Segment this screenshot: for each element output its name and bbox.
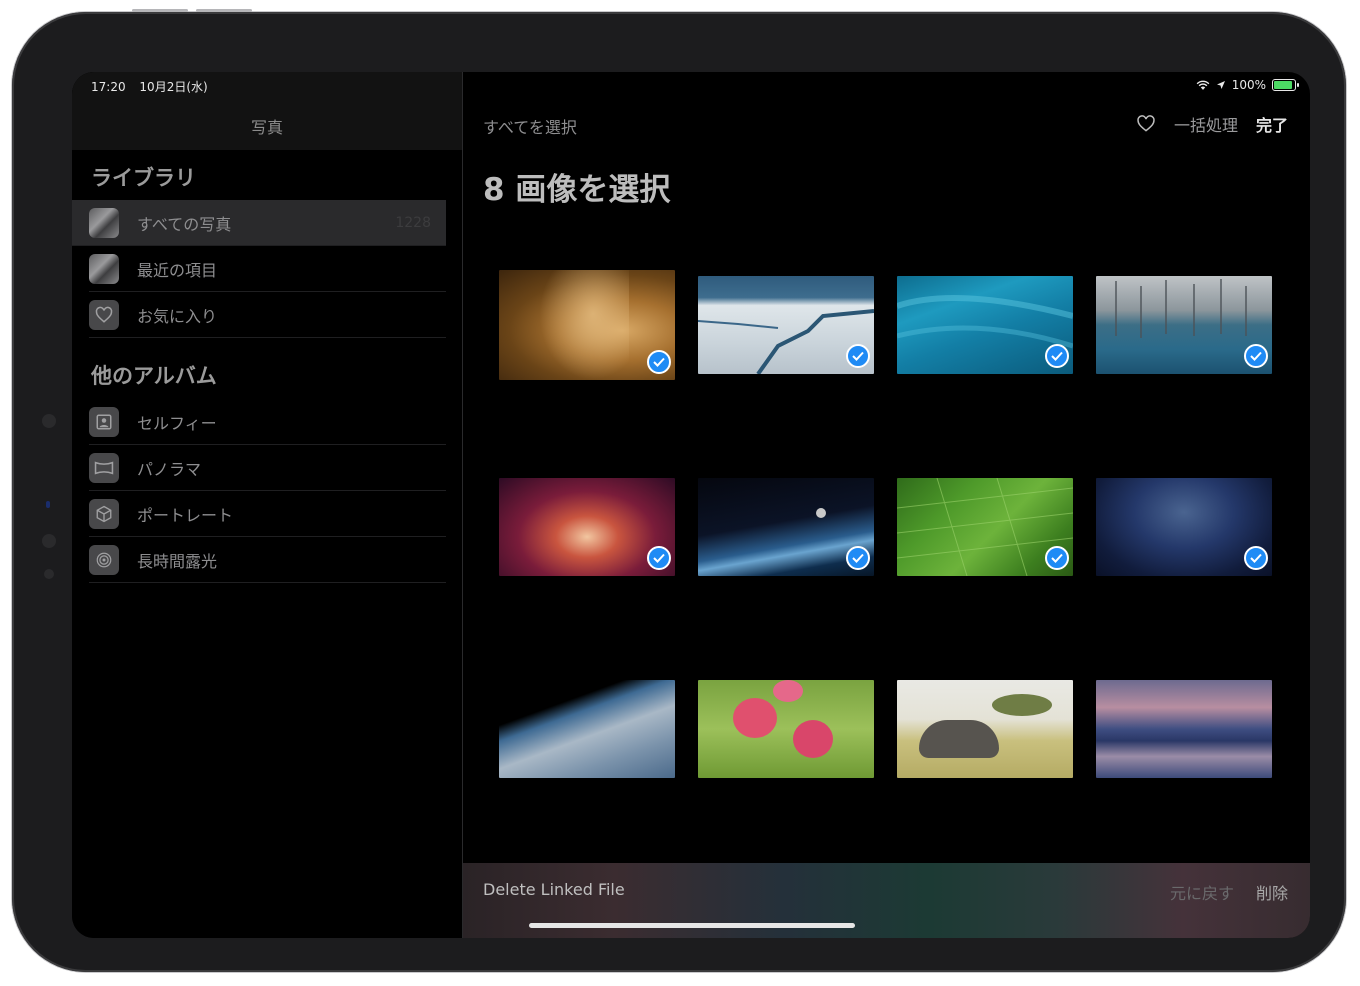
photo-cell[interactable] bbox=[1096, 674, 1272, 784]
portrait-cube-icon bbox=[89, 498, 119, 529]
sidebar-item-label: 最近の項目 bbox=[137, 260, 218, 280]
sidebar-item-panoramas[interactable]: パノラマ bbox=[89, 445, 446, 491]
sidebar-item-portraits[interactable]: ポートレート bbox=[89, 491, 446, 537]
sidebar-item-label: すべての写真 bbox=[137, 214, 232, 234]
favorite-heart-icon[interactable] bbox=[1136, 114, 1156, 134]
albums-section-title: 他のアルバム bbox=[91, 364, 217, 388]
sidebar: 17:20 10月2日(水) 写真 ライブラリ すべての写真 1228 最近の項… bbox=[72, 72, 463, 938]
photo-cell[interactable] bbox=[499, 472, 675, 582]
sidebar-item-recents[interactable]: 最近の項目 bbox=[89, 246, 446, 292]
sidebar-header: 17:20 10月2日(水) 写真 bbox=[72, 72, 462, 150]
photo-count: 1228 bbox=[395, 214, 431, 231]
sidebar-item-all-photos[interactable]: すべての写真 1228 bbox=[72, 200, 446, 246]
bottom-toolbar: Delete Linked File 元に戻す 削除 bbox=[463, 863, 1310, 938]
photo-frozen-forest-lake bbox=[1096, 276, 1272, 374]
photo-poppies bbox=[698, 680, 874, 778]
select-all-button[interactable]: すべてを選択 bbox=[483, 114, 577, 138]
photo-cell[interactable] bbox=[897, 674, 1073, 784]
selected-check-icon bbox=[846, 546, 870, 570]
sidebar-item-label: お気に入り bbox=[137, 306, 218, 326]
side-camera bbox=[42, 414, 56, 428]
ipad-frame: 17:20 10月2日(水) 写真 ライブラリ すべての写真 1228 最近の項… bbox=[12, 9, 1346, 972]
nav-actions: 一括処理 完了 bbox=[1136, 112, 1288, 136]
sidebar-title: 写真 bbox=[250, 118, 283, 137]
photo-lion bbox=[499, 270, 675, 380]
photo-ocean-reef bbox=[897, 276, 1073, 374]
selected-check-icon bbox=[1244, 546, 1268, 570]
selected-check-icon bbox=[647, 546, 671, 570]
photo-cell[interactable] bbox=[698, 674, 874, 784]
screen: 17:20 10月2日(水) 写真 ライブラリ すべての写真 1228 最近の項… bbox=[72, 72, 1310, 938]
selected-check-icon bbox=[647, 350, 671, 374]
selfie-icon bbox=[89, 406, 119, 437]
photo-milky-way bbox=[1096, 478, 1272, 576]
long-exposure-icon bbox=[89, 544, 119, 575]
photo-red-canyon bbox=[499, 478, 675, 576]
recents-thumb bbox=[89, 253, 119, 284]
photo-picker: 100% すべてを選択 一括処理 完了 8 画像を選択 Delete Linke… bbox=[463, 72, 1310, 938]
photo-cell[interactable] bbox=[698, 472, 874, 582]
side-sensor-2 bbox=[44, 569, 54, 579]
home-indicator[interactable] bbox=[529, 923, 855, 928]
selected-check-icon bbox=[1045, 546, 1069, 570]
sidebar-item-favorites[interactable]: お気に入り bbox=[89, 292, 446, 338]
library-section-title: ライブラリ bbox=[91, 166, 196, 190]
top-button-left bbox=[132, 9, 188, 12]
sidebar-item-label: ポートレート bbox=[137, 505, 234, 525]
sidebar-item-long-exposure[interactable]: 長時間露光 bbox=[89, 537, 446, 583]
photo-mountain-lake bbox=[1096, 680, 1272, 778]
photo-cell[interactable] bbox=[499, 674, 675, 784]
library-list: すべての写真 1228 最近の項目 お気に入り bbox=[72, 200, 446, 338]
sidebar-item-selfies[interactable]: セルフィー bbox=[89, 399, 446, 445]
photo-cell[interactable] bbox=[1096, 472, 1272, 582]
bottom-actions: 元に戻す 削除 bbox=[1170, 880, 1288, 904]
side-sensor bbox=[42, 534, 56, 548]
photo-cell[interactable] bbox=[1096, 270, 1272, 380]
photo-earth-moon bbox=[698, 478, 874, 576]
battery-icon bbox=[1272, 79, 1299, 91]
battery-percent: 100% bbox=[1231, 78, 1266, 92]
photo-cell[interactable] bbox=[499, 270, 675, 380]
heart-icon bbox=[89, 299, 119, 330]
sidebar-item-label: セルフィー bbox=[137, 413, 217, 433]
camera-indicator bbox=[46, 501, 50, 508]
undo-button[interactable]: 元に戻す bbox=[1170, 880, 1234, 904]
selected-check-icon bbox=[1244, 344, 1268, 368]
photo-elephant bbox=[897, 680, 1073, 778]
photo-earth-orbit bbox=[499, 680, 675, 778]
photo-green-fields bbox=[897, 478, 1073, 576]
delete-button[interactable]: 削除 bbox=[1256, 880, 1288, 904]
albums-list: セルフィー パノラマ ポートレート 長時間露光 bbox=[72, 399, 446, 583]
all-photos-thumb bbox=[89, 207, 119, 238]
status-date: 10月2日(水) bbox=[139, 80, 208, 94]
sidebar-item-label: 長時間露光 bbox=[137, 551, 218, 571]
status-left: 17:20 10月2日(水) bbox=[91, 78, 218, 95]
sidebar-item-label: パノラマ bbox=[137, 459, 202, 479]
panorama-icon bbox=[89, 452, 119, 483]
status-right: 100% bbox=[1196, 78, 1299, 92]
photo-ice-floes bbox=[698, 276, 874, 374]
top-button-right bbox=[196, 9, 252, 12]
page-title: 8 画像を選択 bbox=[483, 172, 671, 208]
photo-cell[interactable] bbox=[698, 270, 874, 380]
selected-check-icon bbox=[1045, 344, 1069, 368]
batch-button[interactable]: 一括処理 bbox=[1174, 112, 1238, 136]
wifi-icon bbox=[1196, 80, 1210, 90]
done-button[interactable]: 完了 bbox=[1256, 112, 1288, 136]
location-arrow-icon bbox=[1216, 81, 1225, 89]
delete-linked-file-label[interactable]: Delete Linked File bbox=[483, 880, 625, 899]
photo-cell[interactable] bbox=[897, 270, 1073, 380]
status-time: 17:20 bbox=[91, 80, 126, 94]
selected-check-icon bbox=[846, 344, 870, 368]
photo-cell[interactable] bbox=[897, 472, 1073, 582]
